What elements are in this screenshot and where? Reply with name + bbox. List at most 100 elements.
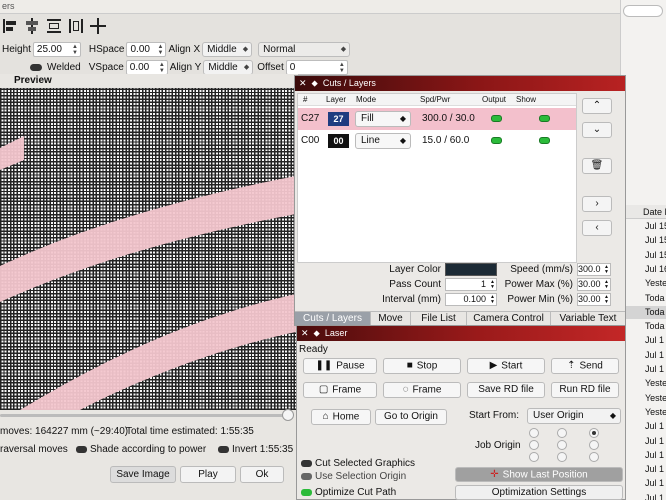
offset-spinbox[interactable]: 0 ▲ ▼ [285,59,348,75]
file-list-row[interactable]: Jul 1 [621,435,666,449]
center-crosshair-icon[interactable] [90,18,106,34]
tab-move[interactable]: Move [371,312,411,326]
file-list-row[interactable]: Jul 15 [621,249,666,263]
shade-power-option[interactable]: Shade according to power [76,444,206,455]
distribute-horizontal-icon[interactable] [46,18,62,34]
align-left-icon[interactable] [2,18,18,34]
restore-icon[interactable]: ⬥ [314,328,320,338]
show-last-position-button[interactable]: ✛ Show Last Position [455,467,623,482]
file-list-row[interactable]: Yeste [621,406,666,420]
home-button[interactable]: ⌂ Home [311,409,371,425]
origin-radio-bottom-left[interactable] [529,452,539,462]
optimize-cut-path-option[interactable]: Optimize Cut Path [301,487,396,498]
file-list-row[interactable]: Yeste [621,377,666,391]
close-icon[interactable]: ✕ [301,328,309,338]
run-rd-file-button[interactable]: Run RD file [551,382,619,398]
col-layer[interactable]: Layer [326,94,346,105]
col-index[interactable]: # [303,94,307,105]
align-y-select[interactable]: Middle ◆ [203,59,254,75]
delete-layer-button[interactable]: 🗑 [582,158,612,174]
move-layer-up-button[interactable]: ⌃ [582,98,612,114]
cut-selected-toggle[interactable] [301,460,312,467]
file-list-row[interactable]: Toda [621,292,666,306]
file-list-row[interactable]: Toda [621,320,666,334]
height-spinbox[interactable]: 25.00 ▲ ▼ [32,41,81,57]
file-list-row[interactable]: Toda [621,305,666,320]
show-toggle[interactable] [539,115,550,122]
frame-button[interactable]: ▢ Frame [303,382,377,398]
file-list-row[interactable]: Jul 1 [621,349,666,363]
file-list-row[interactable]: Jul 1 [621,363,666,377]
preview-progress-handle[interactable] [282,409,294,421]
shade-power-toggle[interactable] [76,446,87,453]
col-spd-pwr[interactable]: Spd/Pwr [420,94,450,105]
save-rd-file-button[interactable]: Save RD file [467,382,545,398]
text-style-select[interactable]: Normal ◆ [258,41,351,57]
show-toggle[interactable] [539,137,550,144]
tab-cuts-layers[interactable]: Cuts / Layers [295,312,371,326]
file-list-row[interactable]: Jul 1 [621,492,666,500]
optimize-cut-path-toggle[interactable] [301,489,312,496]
move-right-button[interactable]: › [582,196,612,212]
send-button[interactable]: ⇡ Send [551,358,619,374]
traversal-moves-option[interactable]: raversal moves [0,444,68,455]
origin-radio-mid-left[interactable] [529,440,539,450]
use-selection-origin-option[interactable]: Use Selection Origin [301,471,406,482]
col-output[interactable]: Output [482,94,506,105]
file-list-row[interactable]: Jul 1 [621,420,666,434]
layer-row[interactable]: C27 27 Fill ◆ 300.0 / 30.0 [298,108,576,130]
use-selection-origin-toggle[interactable] [301,473,312,480]
distribute-vertical-icon[interactable] [68,18,84,34]
tab-camera-control[interactable]: Camera Control [467,312,551,326]
file-list-row[interactable]: Yeste [621,277,666,291]
origin-radio-top-right[interactable] [589,428,599,438]
output-toggle[interactable] [491,137,502,144]
origin-radio-top-center[interactable] [557,428,567,438]
vspace-spinbox[interactable]: 0.00 ▲ ▼ [125,59,168,75]
file-list-row[interactable]: Jul 16 [621,263,666,277]
align-center-icon[interactable] [24,18,40,34]
layer-color-picker[interactable] [445,262,497,276]
origin-radio-mid-center[interactable] [557,440,567,450]
file-list-row[interactable]: Jul 1 [621,449,666,463]
origin-radio-bottom-center[interactable] [557,452,567,462]
restore-icon[interactable]: ⬥ [312,78,318,88]
interval-spinbox[interactable]: 0.100 ▲ ▼ [445,292,497,306]
ok-button[interactable]: Ok [240,466,284,483]
welded-toggle[interactable] [30,63,42,71]
pause-button[interactable]: ❚❚ Pause [303,358,377,374]
optimization-settings-button[interactable]: Optimization Settings [455,485,623,500]
file-list-row[interactable]: Yeste [621,392,666,406]
file-list-row[interactable]: Jul 1 [621,463,666,477]
layer-row[interactable]: C00 00 Line ◆ 15.0 / 60.0 [298,130,576,152]
rubber-band-frame-button[interactable]: ◌ Frame [383,382,461,398]
file-list-row[interactable]: Jul 15 [621,220,666,234]
go-to-origin-button[interactable]: Go to Origin [375,409,447,425]
preview-progress-track[interactable] [0,414,292,417]
layer-mode-select[interactable]: Line ◆ [355,133,411,149]
origin-radio-bottom-right[interactable] [589,452,599,462]
pass-count-spinbox[interactable]: 1 ▲ ▼ [445,277,497,291]
date-modified-header[interactable]: Date M [621,205,666,219]
invert-option[interactable]: Invert 1:55:35 [218,444,293,455]
start-from-select[interactable]: User Origin ◆ [527,408,621,424]
col-mode[interactable]: Mode [356,94,376,105]
tab-variable-text[interactable]: Variable Text [551,312,625,326]
save-image-button[interactable]: Save Image [110,466,176,483]
move-layer-down-button[interactable]: ⌄ [582,122,612,138]
power-max-spinbox[interactable]: 30.00 ▲ ▼ [577,277,611,291]
speed-spinbox[interactable]: 300.0 ▲ ▼ [577,262,611,276]
file-list-row[interactable]: Jul 1 [621,334,666,348]
stop-button[interactable]: ■ Stop [383,358,461,374]
play-button[interactable]: Play [180,466,236,483]
align-x-select[interactable]: Middle ◆ [202,41,253,57]
move-left-button[interactable]: ‹ [582,220,612,236]
file-list-row[interactable]: Jul 15 [621,234,666,248]
file-list-row[interactable]: Jul 1 [621,477,666,491]
layer-mode-select[interactable]: Fill ◆ [355,111,411,127]
tab-file-list[interactable]: File List [411,312,467,326]
close-icon[interactable]: ✕ [299,78,307,88]
file-search-field[interactable] [623,5,663,17]
origin-radio-top-left[interactable] [529,428,539,438]
col-show[interactable]: Show [516,94,536,105]
